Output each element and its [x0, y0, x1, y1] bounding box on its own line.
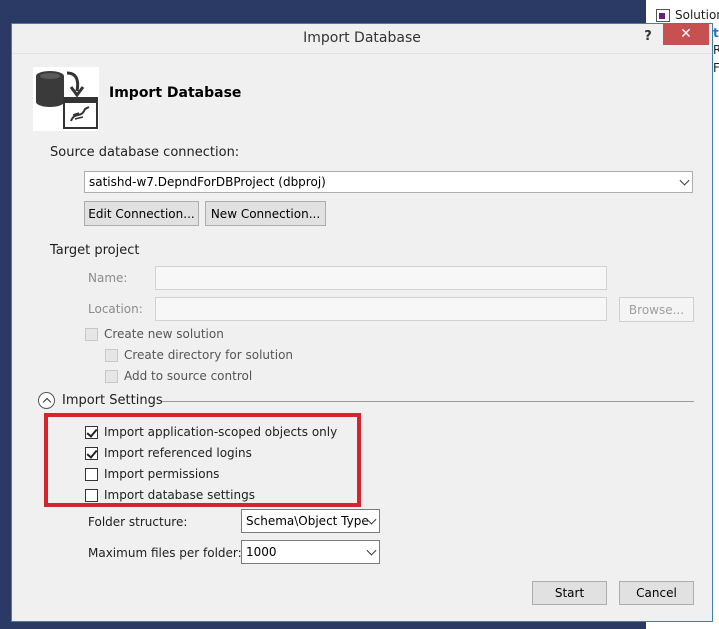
target-project-label: Target project [50, 243, 140, 258]
window-title: Import Database [303, 30, 421, 46]
solution-icon [656, 8, 670, 22]
close-icon: ✕ [680, 26, 692, 42]
cancel-button[interactable]: Cancel [619, 581, 694, 605]
source-connection-value: satishd-w7.DepndForDBProject (dbproj) [89, 175, 326, 189]
background-text-fragment: R [713, 43, 719, 57]
solution-explorer-tab[interactable]: Solution [656, 5, 719, 25]
start-button[interactable]: Start [532, 581, 607, 605]
database-import-icon [33, 67, 99, 131]
browse-button[interactable]: Browse... [619, 297, 694, 322]
source-connection-label: Source database connection: [50, 145, 240, 160]
background-text-fragment: ta [713, 26, 719, 40]
create-new-solution-label: Create new solution [104, 327, 224, 341]
folder-structure-dropdown[interactable]: Schema\Object Type [241, 509, 380, 533]
max-files-label: Maximum files per folder: [88, 546, 242, 560]
location-field[interactable] [155, 297, 607, 321]
new-connection-button[interactable]: New Connection... [205, 201, 326, 226]
checkbox-box [105, 369, 118, 383]
max-files-dropdown[interactable]: 1000 [241, 540, 380, 564]
create-new-solution-checkbox[interactable]: Create new solution [85, 327, 224, 341]
max-files-value: 1000 [246, 545, 277, 559]
close-button[interactable]: ✕ [663, 24, 709, 45]
name-field[interactable] [155, 266, 607, 290]
header-title: Import Database [109, 85, 242, 101]
create-directory-label: Create directory for solution [124, 348, 294, 362]
section-divider [162, 401, 694, 402]
add-source-control-checkbox[interactable]: Add to source control [105, 369, 252, 383]
background-text-fragment: F [713, 61, 719, 75]
solution-label: Solution [675, 8, 719, 22]
folder-structure-label: Folder structure: [88, 515, 188, 529]
collapse-chevron-icon[interactable] [38, 392, 55, 409]
title-bar: Import Database ? ✕ [12, 24, 712, 54]
create-directory-checkbox[interactable]: Create directory for solution [105, 348, 293, 362]
chevron-down-icon [679, 175, 690, 186]
source-connection-dropdown[interactable]: satishd-w7.DepndForDBProject (dbproj) [84, 171, 693, 193]
import-settings-label: Import Settings [62, 393, 163, 408]
import-database-dialog: Import Database ? ✕ Import Database Sour… [11, 23, 713, 622]
chevron-down-icon [366, 545, 377, 556]
location-label: Location: [88, 302, 143, 316]
edit-connection-button[interactable]: Edit Connection... [84, 201, 199, 226]
name-label: Name: [88, 271, 128, 285]
folder-structure-value: Schema\Object Type [246, 514, 369, 528]
help-button[interactable]: ? [638, 27, 658, 47]
checkbox-box [85, 327, 98, 341]
highlight-box [44, 413, 361, 507]
checkbox-box [105, 348, 118, 362]
add-source-control-label: Add to source control [124, 369, 253, 383]
